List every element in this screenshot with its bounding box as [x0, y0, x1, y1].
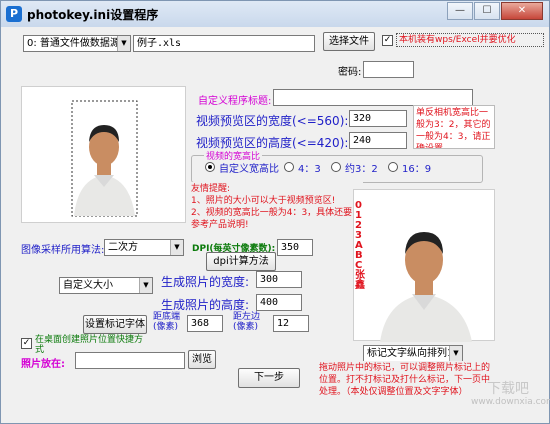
title-bar: P photokey.ini设置程序 — ☐ ✕	[1, 1, 549, 27]
choose-file-button[interactable]: 选择文件	[323, 32, 375, 51]
next-button[interactable]: 下一步	[238, 368, 300, 388]
marked-person-photo	[380, 232, 472, 342]
bottom-distance-input[interactable]: 368	[187, 315, 223, 332]
aspect-radio-custom[interactable]	[205, 162, 215, 172]
app-window: P photokey.ini设置程序 — ☐ ✕ 0: 普通文件做数据源 ▼ 例…	[0, 0, 550, 424]
password-label: 密码:	[338, 67, 362, 78]
custom-title-input[interactable]	[273, 89, 473, 106]
output-height-input[interactable]: 400	[256, 294, 302, 311]
photo-folder-input[interactable]	[75, 352, 185, 369]
chevron-down-icon: ▼	[449, 346, 462, 361]
desktop-shortcut-checkbox[interactable]: ✓	[21, 338, 32, 349]
aspect-radio-3-2[interactable]	[331, 162, 341, 172]
office-checkbox[interactable]: ✓	[382, 35, 393, 46]
bottom-distance-label: 距底端 (像素)	[153, 312, 181, 332]
output-size-select[interactable]: 自定义大小 ▼	[59, 277, 153, 294]
preview-width-label: 视频预览区的宽度(<=560):	[196, 114, 349, 128]
watermark-url: www.downxia.com	[471, 397, 550, 407]
chevron-down-icon: ▼	[139, 278, 152, 293]
left-distance-input[interactable]: 12	[273, 315, 309, 332]
vertical-mark-text[interactable]: 0123ABC张鑫	[355, 201, 367, 291]
dpi-help-button[interactable]: dpi计算方法	[206, 252, 276, 271]
chevron-down-icon: ▼	[170, 240, 183, 255]
output-height-label: 生成照片的高度:	[161, 298, 250, 312]
file-path-input[interactable]: 例子.xls	[133, 35, 315, 52]
sampling-label: 图像采样所用算法:	[21, 245, 105, 256]
left-distance-label: 距左边 (像素)	[233, 312, 261, 332]
mark-arrange-select[interactable]: 标记文字纵向排列1 ▼	[363, 345, 463, 362]
camera-ratio-note: 单反相机宽高比一般为3：2，其它的一般为4：3，请正确设置。	[413, 105, 495, 149]
drag-mark-note: 拖动照片中的标记，可以调整照片标记上的位置。打不打标记及打什么标记，下一页中处理…	[317, 361, 497, 399]
minimize-button[interactable]: —	[447, 2, 473, 20]
custom-title-label: 自定义程序标题:	[198, 96, 272, 107]
dpi-input[interactable]: 350	[277, 239, 313, 256]
preview-width-input[interactable]: 320	[349, 110, 407, 127]
data-source-select[interactable]: 0: 普通文件做数据源 ▼	[23, 35, 131, 52]
mark-arrange-value: 标记文字纵向排列1	[367, 348, 454, 359]
chevron-down-icon: ▼	[117, 36, 130, 51]
person-photo	[71, 100, 138, 217]
aspect-radio-4-3[interactable]	[284, 162, 294, 172]
aspect-option-3-2: 约3：2	[345, 164, 378, 175]
data-source-value: 0: 普通文件做数据源	[27, 38, 120, 49]
output-width-input[interactable]: 300	[256, 271, 302, 288]
browse-button[interactable]: 浏览	[188, 350, 216, 369]
video-preview-area	[21, 86, 186, 223]
aspect-radio-16-9[interactable]	[388, 162, 398, 172]
marked-photo-preview	[353, 189, 495, 342]
output-size-value: 自定义大小	[63, 280, 113, 291]
aspect-option-4-3: 4：3	[298, 164, 321, 175]
office-option-label: 本机装有wps/Excel并要优化	[396, 33, 544, 47]
aspect-option-16-9: 16：9	[402, 164, 432, 175]
password-input[interactable]	[363, 61, 414, 78]
sampling-value: 二次方	[108, 242, 138, 253]
output-width-label: 生成照片的宽度:	[161, 275, 250, 289]
window-title: photokey.ini设置程序	[27, 7, 159, 22]
mark-font-button[interactable]: 设置标记字体	[83, 315, 147, 334]
close-button[interactable]: ✕	[501, 2, 543, 20]
aspect-option-custom: 自定义宽高比	[219, 164, 279, 175]
watermark-text: 下载吧	[487, 381, 529, 397]
sampling-select[interactable]: 二次方 ▼	[104, 239, 184, 256]
tip-note: 友情提醒: 1、照片的大小可以大于视频预览区! 2、视频的宽高比一般为4：3，具…	[189, 182, 363, 234]
app-icon: P	[6, 6, 22, 22]
photo-folder-label: 照片放在:	[21, 359, 65, 370]
maximize-button[interactable]: ☐	[474, 2, 500, 20]
preview-height-input[interactable]: 240	[349, 132, 407, 149]
